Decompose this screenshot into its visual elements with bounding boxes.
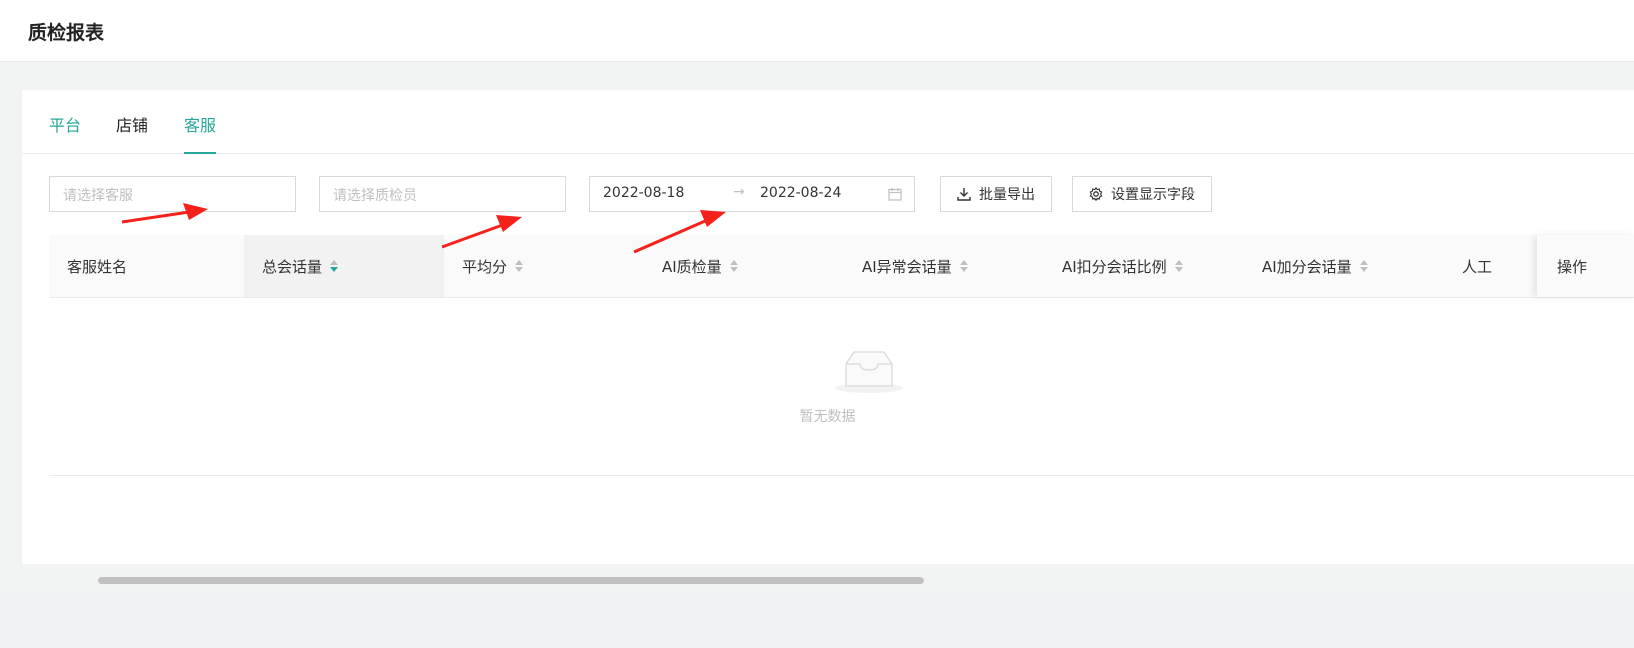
display-fields-label: 设置显示字段: [1111, 187, 1195, 203]
date-start[interactable]: 2022-08-18: [603, 185, 684, 201]
column-operation: 操作: [1537, 235, 1634, 297]
table-header: 客服姓名 总会话量 平均分 AI质检量 AI异常会话量 AI扣分会话比例 AI加…: [49, 235, 1634, 298]
sort-icon[interactable]: [1359, 259, 1368, 273]
horizontal-scrollbar[interactable]: [98, 577, 924, 584]
calendar-icon: [888, 188, 902, 201]
inspector-select[interactable]: 请选择质检员: [319, 176, 566, 212]
download-icon: [957, 188, 971, 201]
top-bar: 质检报表: [0, 0, 1634, 62]
display-fields-button[interactable]: 设置显示字段: [1072, 176, 1212, 212]
tab-bar: 平台 店铺 客服: [22, 90, 1634, 154]
tab-platform[interactable]: 平台: [49, 112, 81, 154]
column-average-score[interactable]: 平均分: [444, 235, 644, 297]
gear-icon: [1089, 187, 1103, 201]
tab-store[interactable]: 店铺: [116, 112, 148, 154]
column-agent-name: 客服姓名: [67, 257, 128, 276]
empty-state: 暂无数据: [49, 298, 1634, 476]
sort-icon[interactable]: [515, 259, 524, 273]
tab-customer-service[interactable]: 客服: [184, 112, 217, 154]
sort-icon[interactable]: [1174, 259, 1183, 273]
agent-select[interactable]: 请选择客服: [49, 176, 296, 212]
empty-inbox-icon: [835, 351, 903, 393]
sort-icon[interactable]: [729, 259, 738, 273]
column-total-sessions[interactable]: 总会话量: [244, 235, 444, 297]
empty-text: 暂无数据: [799, 409, 856, 425]
batch-export-button[interactable]: 批量导出: [940, 176, 1052, 212]
column-ai-bonus-sessions[interactable]: AI加分会话量: [1244, 235, 1444, 297]
column-ai-deduction-ratio[interactable]: AI扣分会话比例: [1044, 235, 1244, 297]
column-ai-inspection-count[interactable]: AI质检量: [644, 235, 844, 297]
page-title: 质检报表: [28, 22, 105, 44]
column-ai-abnormal-sessions[interactable]: AI异常会话量: [844, 235, 1044, 297]
sort-icon[interactable]: [959, 259, 968, 273]
sort-icon[interactable]: [330, 259, 339, 273]
column-manual: 人工: [1462, 257, 1493, 276]
report-card: 平台 店铺 客服 请选择客服 请选择质检员 2022-08-18 → 2022-…: [22, 90, 1634, 584]
batch-export-label: 批量导出: [979, 187, 1035, 203]
date-separator-icon: →: [733, 184, 745, 200]
date-end[interactable]: 2022-08-24: [760, 185, 841, 201]
date-range-picker[interactable]: 2022-08-18 → 2022-08-24: [589, 176, 915, 212]
